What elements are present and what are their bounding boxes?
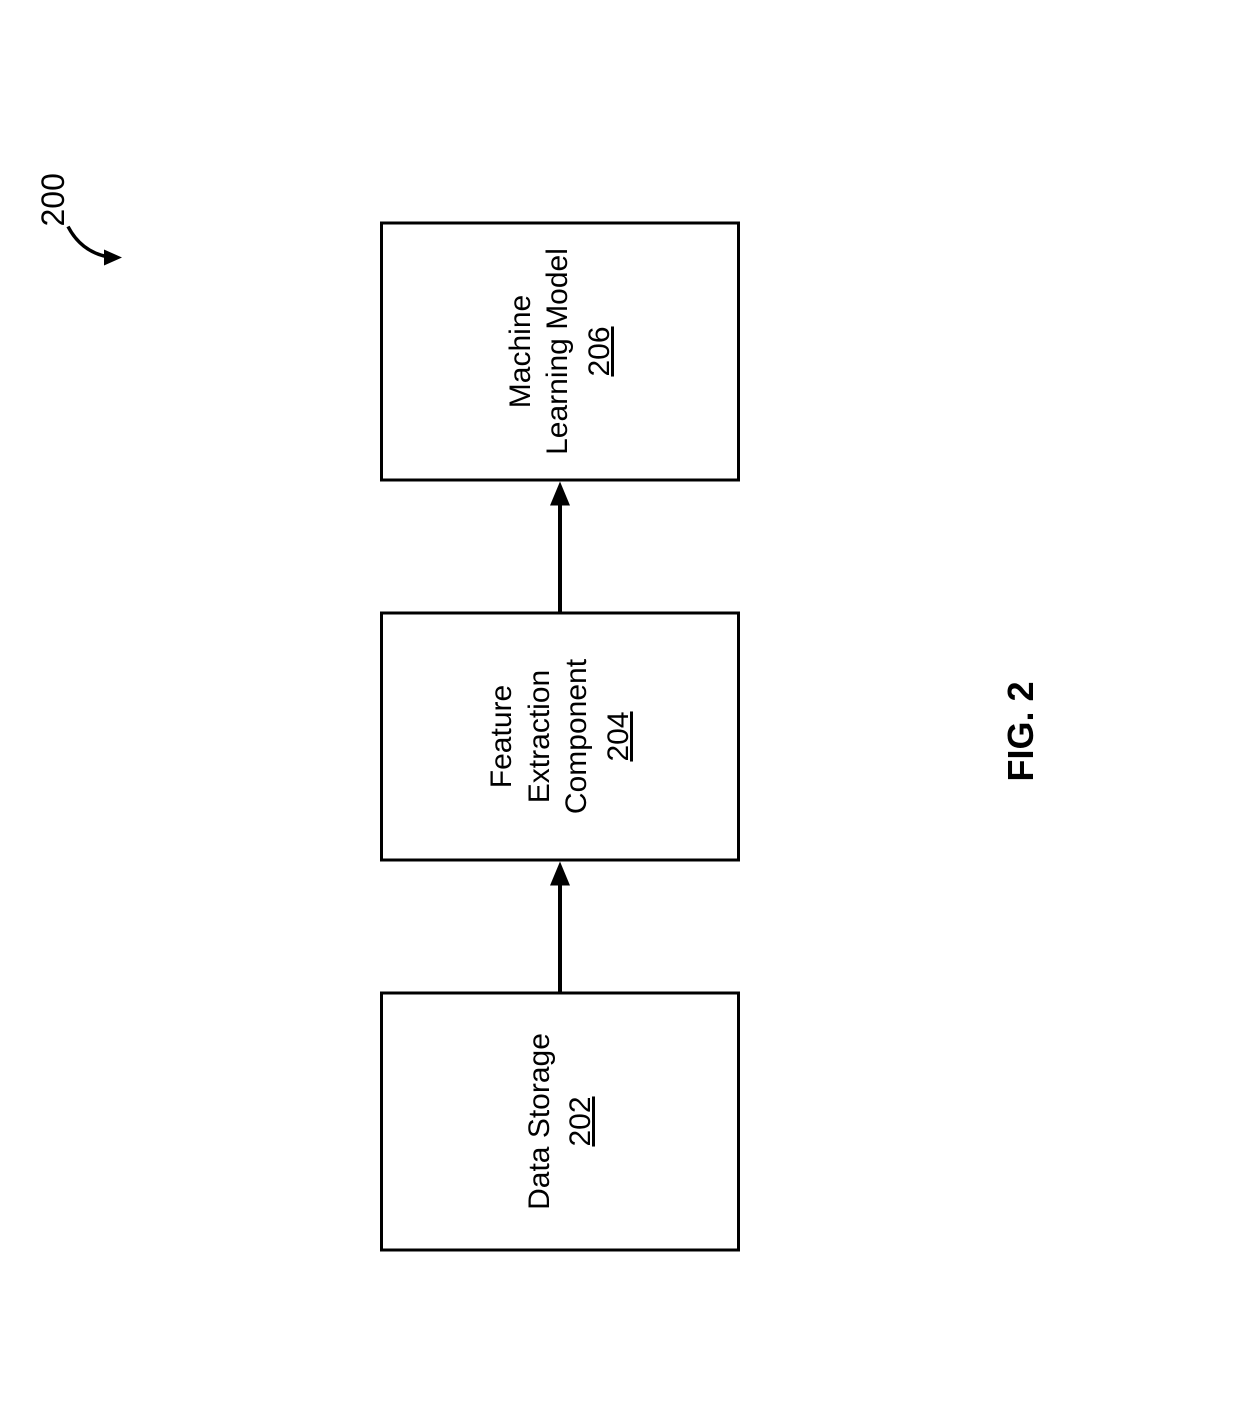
- block-ref: 202: [562, 1096, 600, 1146]
- arrow-icon: [545, 861, 575, 991]
- block-feature-extraction: Feature Extraction Component 204: [380, 611, 740, 861]
- arrow-icon: [545, 481, 575, 611]
- block-label-line: Feature: [483, 684, 521, 787]
- block-ml-model: Machine Learning Model 206: [380, 221, 740, 481]
- block-ref: 206: [581, 326, 619, 376]
- diagram-canvas: 200 Data Storage 202 Feature Extraction …: [0, 0, 1240, 1411]
- block-label-line: Learning Model: [539, 248, 577, 455]
- overall-ref-arrow-icon: [60, 211, 130, 271]
- block-label-line: Machine: [502, 294, 540, 407]
- block-label: Data Storage: [521, 1033, 559, 1210]
- block-label-line: Extraction: [521, 669, 559, 802]
- figure-caption: FIG. 2: [1000, 681, 1042, 781]
- block-data-storage: Data Storage 202: [380, 991, 740, 1251]
- block-label-line: Component: [558, 658, 596, 813]
- block-ref: 204: [600, 711, 638, 761]
